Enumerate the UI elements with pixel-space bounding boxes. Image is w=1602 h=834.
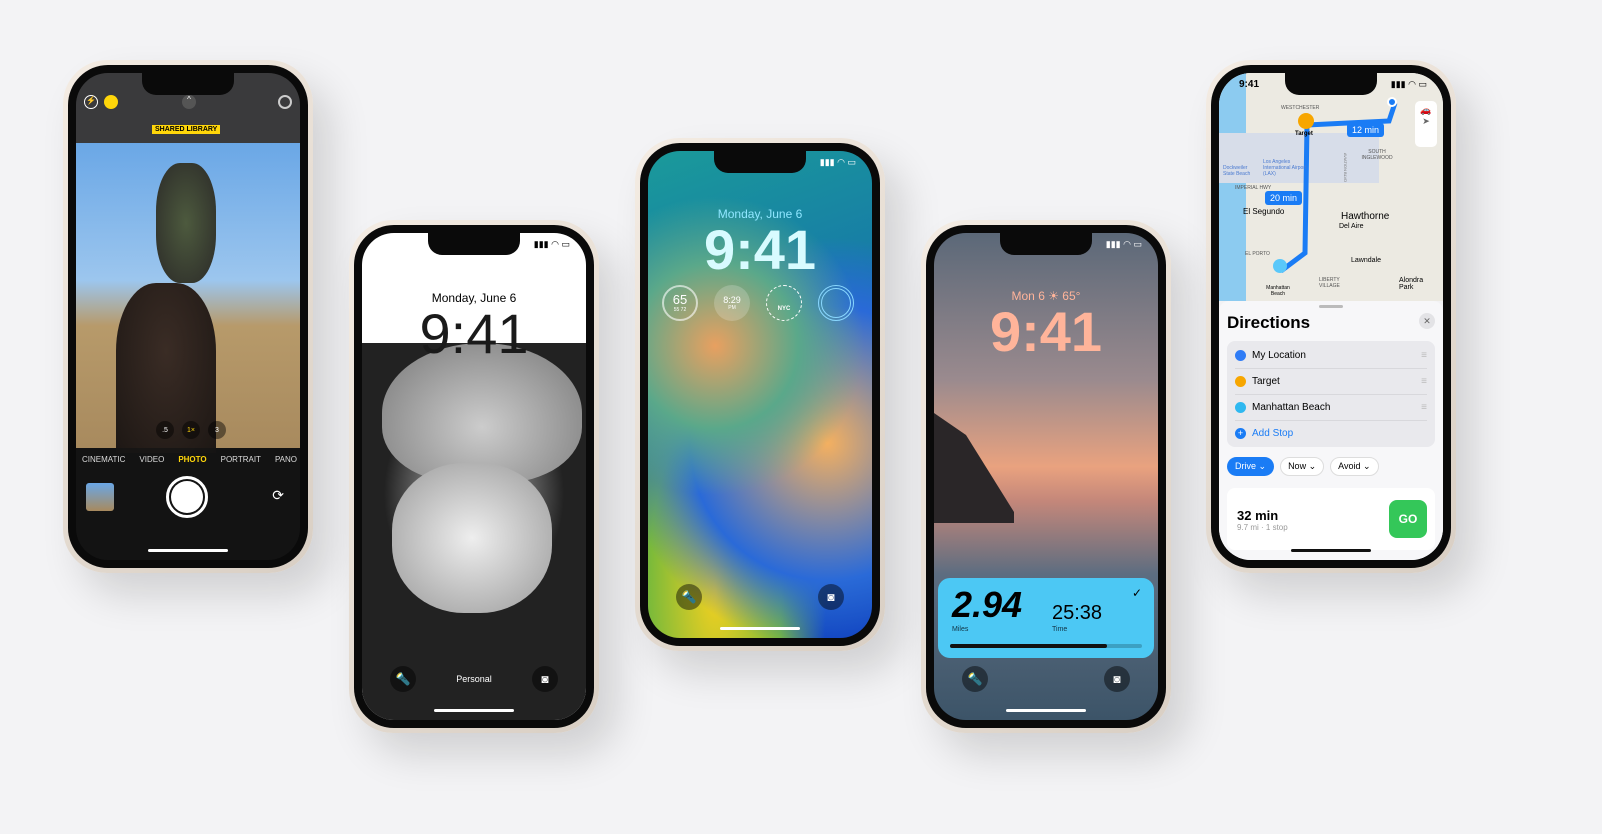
current-location-dot (1387, 97, 1397, 107)
clock-widget[interactable]: NYC (766, 285, 802, 321)
temperature-widget[interactable]: 65 55 72 (662, 285, 698, 321)
reorder-handle-icon[interactable]: ≡ (1421, 376, 1427, 387)
stop-row[interactable]: Manhattan Beach ≡ (1235, 395, 1427, 421)
flash-icon[interactable]: ⚡ (84, 95, 98, 109)
destination-target-pin[interactable] (1298, 113, 1314, 129)
plus-icon: + (1235, 427, 1246, 439)
mode-video[interactable]: VIDEO (139, 455, 164, 464)
route-badge[interactable]: 20 min (1265, 191, 1303, 205)
location-arrow-icon[interactable]: ➤ (1415, 116, 1437, 127)
car-icon[interactable]: 🚗 (1415, 101, 1437, 116)
stop-row[interactable]: My Location ≡ (1235, 343, 1427, 369)
map-label: Los Angeles International Airport (LAX) (1263, 159, 1307, 177)
add-stop-button[interactable]: + Add Stop (1235, 421, 1427, 445)
route-card[interactable]: 32 min 9.7 mi · 1 stop GO (1227, 488, 1435, 550)
map[interactable]: 12 min 20 min WESTCHESTER Target SOUTH I… (1219, 73, 1443, 301)
map-label: EL PORTO (1245, 251, 1270, 257)
stop-row[interactable]: Target ≡ (1235, 369, 1427, 395)
phone-camera: ⚡ ^ SHARED LIBRARY .5 1× 3 CINEMATIC VID… (63, 60, 313, 573)
mode-portrait[interactable]: PORTRAIT (221, 455, 261, 464)
camera-button[interactable]: ◙ (1104, 666, 1130, 692)
camera-button[interactable]: ◙ (818, 584, 844, 610)
stops-list: My Location ≡ Target ≡ Manhattan Beach ≡ + Add… (1227, 341, 1435, 447)
zoom-1x[interactable]: 1× (182, 421, 200, 439)
viewfinder (76, 143, 300, 453)
lock-time: 9:41 (703, 218, 817, 281)
reorder-handle-icon[interactable]: ≡ (1421, 402, 1427, 413)
close-button[interactable]: ✕ (1419, 313, 1435, 329)
activity-widget[interactable] (818, 285, 854, 321)
camera-button[interactable]: ◙ (532, 666, 558, 692)
route-badge[interactable]: 12 min (1347, 123, 1385, 137)
nike-logo: ✓ (1131, 586, 1142, 600)
map-label: Hawthorne (1341, 211, 1390, 222)
map-label: IMPERIAL HWY (1235, 185, 1272, 191)
phone-maps: 9:41 ▮▮▮ ◠ ▭ 12 min 20 min WESTCHESTER T… (1206, 60, 1456, 573)
flashlight-button[interactable]: 🔦 (676, 584, 702, 610)
map-label: AVIATION BLVD (1343, 152, 1349, 183)
stop-icon (1235, 376, 1246, 387)
map-label: SOUTH INGLEWOOD (1361, 149, 1393, 161)
flip-camera-icon[interactable]: ⟳ (272, 487, 284, 504)
map-label: WESTCHESTER (1281, 105, 1320, 111)
go-button[interactable]: GO (1389, 500, 1427, 538)
map-label: LIBERTY VILLAGE (1319, 277, 1340, 289)
mode-cinematic[interactable]: CINEMATIC (82, 455, 125, 464)
status-time: 9:41 (1239, 79, 1260, 90)
sheet-title: Directions (1227, 313, 1311, 332)
drive-option[interactable]: Drive ⌄ (1227, 457, 1275, 476)
zoom-0.5[interactable]: .5 (156, 421, 174, 439)
shared-library-icon[interactable] (104, 95, 118, 109)
portrait-photo (362, 343, 586, 720)
map-controls[interactable]: 🚗 ➤ (1415, 101, 1437, 147)
stop-icon (1235, 402, 1246, 413)
chevron-up-icon[interactable]: ^ (182, 95, 196, 109)
stop-icon (1235, 350, 1246, 361)
activity-live-widget[interactable]: 2.94 Miles 25:38 Time ✓ (938, 578, 1154, 658)
directions-sheet: Directions ✕ My Location ≡ Target ≡ Manhatta… (1219, 301, 1443, 560)
miles-value: 2.94 (952, 584, 1023, 625)
map-label: El Segundo (1243, 207, 1285, 216)
map-label: Lawndale (1351, 257, 1381, 264)
avoid-option[interactable]: Avoid ⌄ (1330, 457, 1379, 476)
map-label: Target (1295, 131, 1313, 137)
shutter-button[interactable] (166, 476, 208, 518)
time-label: Time (1052, 626, 1068, 633)
map-label: Del Aire (1339, 223, 1364, 230)
map-label: Dockweiler State Beach (1223, 165, 1251, 177)
phone-lock-widgets: ▮▮▮ ◠ ▭ Monday, June 6 9:41 65 55 72 8:29… (635, 138, 885, 651)
live-photo-icon[interactable] (278, 95, 292, 109)
map-label: Alondra Park (1399, 277, 1424, 291)
phone-lock-portrait: ▮▮▮ ◠ ▭ Monday, June 6 9:41 🔦 Personal ◙ (349, 220, 599, 733)
phone-lock-activity: ▮▮▮ ◠ ▭ Mon 6 ☀ 65° 9:41 2.94 Miles 25:3… (921, 220, 1171, 733)
progress-bar (950, 644, 1142, 648)
reorder-handle-icon[interactable]: ≡ (1421, 350, 1427, 361)
miles-label: Miles (952, 626, 969, 633)
sunset-widget[interactable]: 8:29 PM (714, 285, 750, 321)
destination-beach-pin[interactable] (1273, 259, 1287, 273)
photo-thumbnail[interactable] (86, 483, 114, 511)
map-label: Manhattan Beach (1266, 285, 1290, 297)
flashlight-button[interactable]: 🔦 (962, 666, 988, 692)
mode-photo[interactable]: PHOTO (178, 455, 206, 464)
shared-library-badge: SHARED LIBRARY (152, 125, 221, 134)
time-value: 25:38 (1052, 602, 1103, 624)
now-option[interactable]: Now ⌄ (1280, 457, 1325, 476)
progress-fill (950, 644, 1108, 648)
mode-pano[interactable]: PANO (275, 455, 297, 464)
lock-time: 9:41 (419, 302, 529, 365)
zoom-3x[interactable]: 3 (208, 421, 226, 439)
lock-time: 9:41 (989, 300, 1103, 363)
